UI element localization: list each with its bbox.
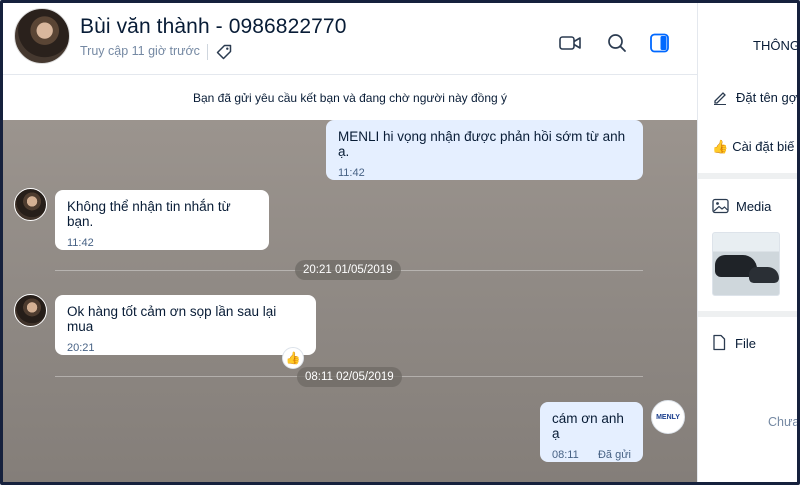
date-separator: 20:21 01/05/2019	[295, 260, 401, 280]
message-outgoing[interactable]: cám ơn anh ạ 08:11 Đã gửi	[540, 402, 643, 462]
empty-files-text: Chưa	[768, 415, 800, 429]
sender-avatar[interactable]	[14, 188, 47, 221]
panel-toggle-icon[interactable]	[648, 32, 672, 54]
chat-header: Bùi văn thành - 0986822770 Truy cập 11 g…	[3, 3, 697, 75]
message-text: Ok hàng tốt cảm ơn sọp lần sau lại mua	[67, 304, 277, 334]
settings-label: Cài đặt biế	[732, 139, 795, 154]
message-list[interactable]: MENLI hi vọng nhận được phản hồi sớm từ …	[3, 120, 697, 482]
file-section-header[interactable]: File	[712, 334, 756, 351]
message-text: cám ơn anh ạ	[552, 411, 624, 441]
conversation-info-panel: THÔNG Đặt tên gợ 👍 Cài đặt biế Media Fil…	[697, 3, 800, 482]
last-seen-text: Truy cập 11 giờ trước	[80, 44, 200, 58]
contact-name[interactable]: Bùi văn thành - 0986822770	[80, 15, 346, 39]
divider	[207, 44, 208, 60]
search-icon[interactable]	[605, 32, 629, 54]
app-window: Bùi văn thành - 0986822770 Truy cập 11 g…	[0, 0, 800, 485]
panel-title: THÔNG	[753, 38, 800, 53]
contact-avatar[interactable]	[14, 8, 70, 64]
video-call-icon[interactable]	[558, 32, 582, 54]
rename-label: Đặt tên gợ	[736, 90, 798, 105]
message-outgoing[interactable]: MENLI hi vọng nhận được phản hồi sớm từ …	[326, 120, 643, 180]
like-icon[interactable]: 👍	[282, 347, 304, 369]
tag-icon[interactable]	[215, 43, 233, 61]
rename-contact-item[interactable]: Đặt tên gợ	[712, 89, 797, 105]
section-divider	[698, 173, 797, 179]
message-incoming[interactable]: Không thể nhận tin nhắn từ bạn. 11:42	[55, 190, 269, 250]
date-separator: 08:11 02/05/2019	[297, 367, 402, 387]
media-thumbnail[interactable]	[712, 232, 780, 296]
message-incoming[interactable]: Ok hàng tốt cảm ơn sọp lần sau lại mua 2…	[55, 295, 316, 355]
message-meta: 08:11 Đã gửi	[552, 449, 631, 461]
file-icon	[713, 334, 726, 351]
file-label: File	[735, 336, 756, 351]
message-time: 11:42	[67, 237, 94, 249]
section-divider	[698, 311, 797, 317]
message-text: Không thể nhận tin nhắn từ bạn.	[67, 199, 231, 229]
media-section-header[interactable]: Media	[712, 198, 771, 214]
message-time: 11:42	[338, 167, 365, 179]
message-time: 08:11	[552, 449, 579, 461]
delivery-status: Đã gửi	[597, 449, 631, 461]
shoe-image	[749, 267, 779, 283]
settings-item[interactable]: 👍 Cài đặt biế	[712, 139, 794, 155]
chat-area: Bùi văn thành - 0986822770 Truy cập 11 g…	[3, 3, 697, 482]
friend-request-notice: Bạn đã gửi yêu cầu kết bạn và đang chờ n…	[3, 76, 697, 120]
media-label: Media	[736, 199, 772, 214]
message-text: MENLI hi vọng nhận được phản hồi sớm từ …	[338, 129, 626, 159]
sender-avatar[interactable]	[14, 294, 47, 327]
thumbs-up-icon: 👍	[712, 139, 729, 154]
image-icon	[712, 198, 729, 214]
my-avatar[interactable]: MENLY	[651, 400, 685, 434]
message-time: 20:21	[67, 342, 95, 354]
pencil-icon	[714, 92, 726, 105]
